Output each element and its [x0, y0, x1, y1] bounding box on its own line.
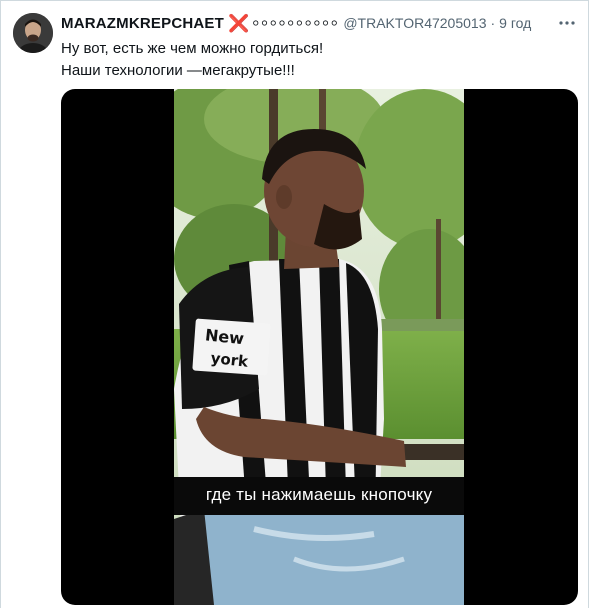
video-player[interactable]: New york где ты нажимаешь кнопочку — [61, 89, 578, 605]
timestamp[interactable]: 9 год — [499, 15, 531, 31]
tweet-text-line-2: Наши технологии —мегакрутые!!! — [61, 62, 295, 79]
name-emoji-circles: ⚪⚪⚪⚪⚪⚪⚪⚪⚪⚪ — [251, 17, 339, 30]
tweet-header: MARAZMKREPCHAET ❌ ⚪⚪⚪⚪⚪⚪⚪⚪⚪⚪ @TRAKTOR472… — [61, 13, 548, 33]
tweet-text-line-1: Ну вот, есть же чем можно гордиться! — [61, 40, 324, 57]
display-name[interactable]: MARAZMKREPCHAET — [61, 15, 224, 32]
video-caption: где ты нажимаешь кнопочку — [174, 477, 464, 515]
video-frame[interactable]: New york где ты нажимаешь кнопочку — [174, 89, 464, 605]
more-horizontal-icon — [559, 21, 575, 25]
separator-dot: · — [490, 15, 496, 31]
tweet-card[interactable]: MARAZMKREPCHAET ❌ ⚪⚪⚪⚪⚪⚪⚪⚪⚪⚪ @TRAKTOR472… — [0, 0, 589, 608]
video-still: New york — [174, 89, 464, 605]
avatar[interactable] — [13, 13, 53, 53]
user-handle[interactable]: @TRAKTOR47205013 — [343, 15, 486, 31]
avatar-portrait — [13, 13, 53, 53]
more-options-button[interactable] — [558, 14, 576, 32]
name-emoji-x: ❌ — [228, 13, 250, 33]
tweet-text: Ну вот, есть же чем можно гордиться! Наш… — [61, 38, 572, 82]
